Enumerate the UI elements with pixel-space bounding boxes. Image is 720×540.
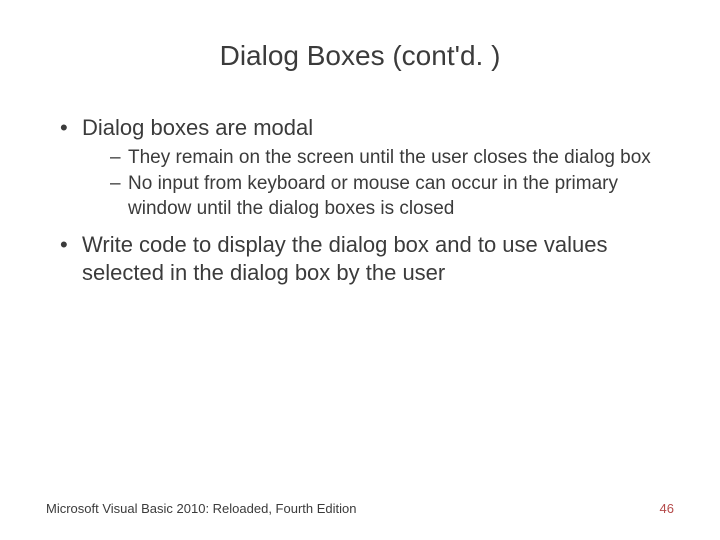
bullet-list: Dialog boxes are modal They remain on th… xyxy=(46,114,674,287)
sub-list-item-text: They remain on the screen until the user… xyxy=(128,147,651,168)
list-item-text: Dialog boxes are modal xyxy=(82,115,313,140)
list-item: Dialog boxes are modal They remain on th… xyxy=(60,114,674,221)
sub-list-item-text: No input from keyboard or mouse can occu… xyxy=(128,173,618,218)
sub-list: They remain on the screen until the user… xyxy=(82,146,674,221)
list-item-text: Write code to display the dialog box and… xyxy=(82,232,607,285)
footer-source: Microsoft Visual Basic 2010: Reloaded, F… xyxy=(46,501,356,516)
footer: Microsoft Visual Basic 2010: Reloaded, F… xyxy=(46,501,674,516)
sub-list-item: No input from keyboard or mouse can occu… xyxy=(110,172,674,221)
page-number: 46 xyxy=(660,501,674,516)
sub-list-item: They remain on the screen until the user… xyxy=(110,146,674,170)
slide-title: Dialog Boxes (cont'd. ) xyxy=(46,40,674,72)
slide: Dialog Boxes (cont'd. ) Dialog boxes are… xyxy=(0,0,720,540)
list-item: Write code to display the dialog box and… xyxy=(60,231,674,287)
